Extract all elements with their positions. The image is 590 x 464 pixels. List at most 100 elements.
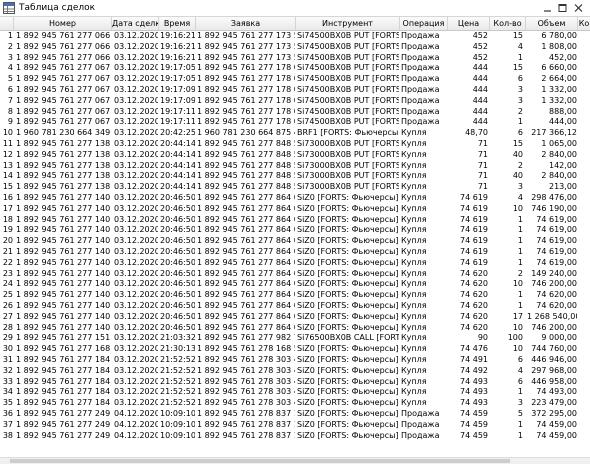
table-row[interactable]: 121 892 945 761 277 138 85003.12.202020:… — [0, 150, 590, 161]
cell-operation: Купля — [401, 214, 427, 224]
table-row[interactable]: 341 892 945 761 277 184 61403.12.202021:… — [0, 387, 590, 398]
cell-order-number: 1 892 945 761 277 864 065 — [197, 236, 295, 246]
cell-price: 74 620 — [460, 268, 488, 278]
table-row[interactable]: 31 892 945 761 277 066 79203.12.202019:1… — [0, 53, 590, 64]
cell-trade-number: 1 892 945 761 277 140 574 — [16, 311, 111, 321]
cell-quantity: 15 — [512, 63, 523, 73]
table-row[interactable]: 71 892 945 761 277 067 22003.12.202019:1… — [0, 96, 590, 107]
maximize-icon[interactable] — [557, 3, 568, 13]
cell-instrument: Si74500BX0B PUT [FORTS: Опци — [297, 31, 399, 40]
cell-row-index: 14 — [2, 171, 13, 181]
column-header-price[interactable]: Цена — [448, 17, 490, 30]
cell-instrument: Si73000BX0B PUT [FORTS: Опци — [297, 139, 399, 148]
column-header-quantity[interactable]: Кол-во — [490, 17, 526, 30]
cell-price: 71 — [477, 139, 488, 148]
table-row[interactable]: 61 892 945 761 277 067 21903.12.202019:1… — [0, 85, 590, 96]
table-row[interactable]: 271 892 945 761 277 140 57403.12.202020:… — [0, 312, 590, 323]
table-row[interactable]: 161 892 945 761 277 140 55903.12.202020:… — [0, 193, 590, 204]
table-row[interactable]: 11 892 945 761 277 066 79003.12.202019:1… — [0, 31, 590, 42]
table-row[interactable]: 321 892 945 761 277 184 61203.12.202021:… — [0, 366, 590, 377]
cell-price: 48,70 — [465, 128, 488, 138]
table-row[interactable]: 371 892 945 761 277 249 55304.12.202010:… — [0, 420, 590, 431]
cell-quantity: 5 — [517, 409, 523, 418]
minimize-icon[interactable] — [542, 3, 553, 13]
table-row[interactable]: 151 892 945 761 277 138 85303.12.202020:… — [0, 182, 590, 193]
cell-instrument: SiZ0 [FORTS: Фьючерсы] — [297, 236, 399, 246]
cell-operation: Продажа — [401, 117, 440, 127]
cell-instrument: Si74500BX0B PUT [FORTS: Опци — [297, 63, 399, 73]
cell-instrument: Si73000BX0B PUT [FORTS: Опци — [297, 149, 399, 159]
table-row[interactable]: 81 892 945 761 277 067 24703.12.202019:1… — [0, 107, 590, 118]
cell-price: 74 619 — [460, 236, 488, 246]
column-header-time[interactable]: Время — [159, 17, 196, 30]
table-row[interactable]: 251 892 945 761 277 140 57203.12.202020:… — [0, 290, 590, 301]
cell-volume: 297 968,00 — [531, 365, 577, 375]
column-header-number[interactable]: Номер — [14, 17, 112, 30]
table-row[interactable]: 111 892 945 761 277 138 84903.12.202020:… — [0, 139, 590, 150]
cell-operation: Купля — [401, 160, 427, 170]
cell-order-number: 1 892 945 761 277 864 065 — [197, 214, 295, 224]
cell-volume: 213,00 — [549, 182, 577, 192]
cell-instrument: SiZ0 [FORTS: Фьючерсы] — [297, 365, 399, 375]
close-icon[interactable] — [573, 3, 584, 13]
cell-trade-number: 1 892 945 761 277 067 251 — [16, 117, 111, 127]
table-row[interactable]: 301 892 945 761 277 168 88003.12.202021:… — [0, 344, 590, 355]
cell-trade-number: 1 892 945 761 277 067 219 — [16, 85, 111, 94]
cell-volume: 746 200,00 — [531, 322, 577, 332]
cell-trade-time: 21:52:52 — [160, 365, 195, 375]
table-row[interactable]: 281 892 945 761 277 140 57503.12.202020:… — [0, 323, 590, 334]
table-row[interactable]: 191 892 945 761 277 140 56203.12.202020:… — [0, 225, 590, 236]
cell-order-number: 1 892 945 761 278 303 431 — [197, 365, 295, 375]
table-row[interactable]: 231 892 945 761 277 140 57003.12.202020:… — [0, 269, 590, 280]
cell-row-index: 28 — [2, 322, 13, 332]
table-row[interactable]: 331 892 945 761 277 184 61303.12.202021:… — [0, 377, 590, 388]
table-row[interactable]: 261 892 945 761 277 140 57303.12.202020:… — [0, 301, 590, 312]
table-row[interactable]: 141 892 945 761 277 138 85203.12.202020:… — [0, 171, 590, 182]
cell-row-index: 19 — [2, 225, 13, 235]
scrollbar-thumb[interactable] — [10, 459, 510, 463]
cell-price: 444 — [472, 95, 488, 105]
column-header-instrument[interactable]: Инструмент — [296, 17, 400, 30]
column-header-commission[interactable]: Ко — [578, 17, 590, 30]
column-header-volume[interactable]: Объем — [526, 17, 578, 30]
table-row[interactable]: 131 892 945 761 277 138 85103.12.202020:… — [0, 161, 590, 172]
table-row[interactable]: 171 892 945 761 277 140 56003.12.202020:… — [0, 204, 590, 215]
cell-price: 74 493 — [460, 387, 488, 397]
cell-order-number: 1 892 945 761 277 864 065 — [197, 225, 295, 235]
table-row[interactable]: 361 892 945 761 277 249 55204.12.202010:… — [0, 409, 590, 420]
cell-row-index: 38 — [2, 430, 13, 440]
table-row[interactable]: 291 892 945 761 277 151 51603.12.202021:… — [0, 333, 590, 344]
table-row[interactable]: 21 892 945 761 277 066 79103.12.202019:1… — [0, 42, 590, 53]
table-row[interactable]: 351 892 945 761 277 184 61503.12.202021:… — [0, 398, 590, 409]
cell-instrument: SiZ0 [FORTS: Фьючерсы] — [297, 225, 399, 235]
table-row[interactable]: 41 892 945 761 277 067 19903.12.202019:1… — [0, 63, 590, 74]
cell-order-number: 1 892 945 761 277 848 541 — [197, 139, 295, 148]
cell-trade-time: 20:44:14 — [160, 149, 195, 159]
table-row[interactable]: 311 892 945 761 277 184 61103.12.202021:… — [0, 355, 590, 366]
table-row[interactable]: 51 892 945 761 277 067 20003.12.202019:1… — [0, 74, 590, 85]
cell-quantity: 6 — [517, 355, 523, 364]
table-row[interactable]: 211 892 945 761 277 140 56803.12.202020:… — [0, 247, 590, 258]
table-row[interactable]: 181 892 945 761 277 140 56103.12.202020:… — [0, 215, 590, 226]
cell-trade-date: 03.12.2020 — [114, 355, 158, 364]
cell-volume: 74 619,00 — [536, 236, 577, 246]
cell-row-index: 7 — [7, 95, 13, 105]
table-row[interactable]: 381 892 945 761 277 249 55404.12.202010:… — [0, 431, 590, 442]
table-row[interactable]: 91 892 945 761 277 067 25103.12.202019:1… — [0, 117, 590, 128]
cell-quantity: 1 — [517, 225, 523, 235]
table-row[interactable]: 241 892 945 761 277 140 57103.12.202020:… — [0, 279, 590, 290]
column-header-order[interactable]: Заявка — [196, 17, 296, 30]
cell-trade-number: 1 892 945 761 277 168 880 — [16, 344, 111, 354]
cell-operation: Купля — [401, 149, 427, 159]
column-header-operation[interactable]: Операция — [400, 17, 448, 30]
cell-operation: Купля — [401, 139, 427, 148]
cell-volume: 74 459,00 — [536, 419, 577, 429]
table-row[interactable]: 201 892 945 761 277 140 56703.12.202020:… — [0, 236, 590, 247]
column-header-date[interactable]: Дата сделки — [112, 17, 159, 30]
cell-trade-date: 03.12.2020 — [114, 387, 158, 397]
table-row[interactable]: 221 892 945 761 277 140 56903.12.202020:… — [0, 258, 590, 269]
cell-quantity: 1 — [517, 419, 523, 429]
cell-order-number: 1 892 945 761 277 848 541 — [197, 182, 295, 192]
cell-volume: 142,00 — [549, 160, 577, 170]
table-row[interactable]: 101 960 781 230 664 349 00303.12.202020:… — [0, 128, 590, 139]
